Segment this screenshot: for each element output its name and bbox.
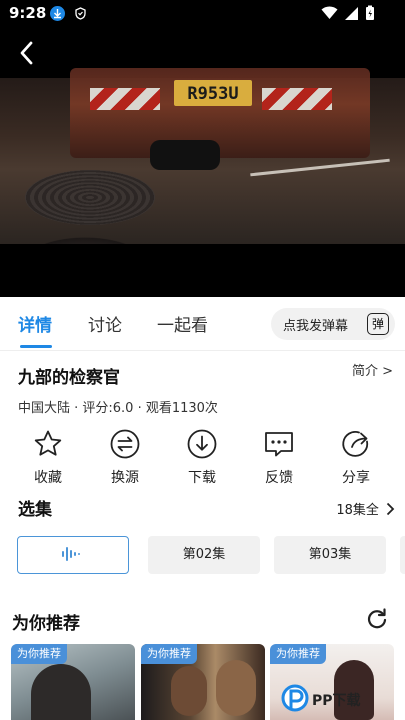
episode-item-playing[interactable] [17, 536, 129, 574]
danmu-input-button[interactable]: 点我发弹幕 弹 [271, 308, 395, 340]
recommend-badge: 为你推荐 [270, 644, 326, 664]
show-meta: 中国大陆 · 评分:6.0 · 观看1130次 [18, 401, 218, 416]
all-episodes-label: 18集全 [336, 503, 379, 518]
feedback-button[interactable]: 反馈 [247, 428, 311, 487]
all-episodes-link[interactable]: 18集全 [336, 499, 395, 518]
swap-icon [110, 429, 140, 459]
danmu-label: 点我发弹幕 [283, 319, 349, 334]
poster-figure [216, 660, 256, 716]
favorite-button[interactable]: 收藏 [16, 428, 80, 487]
detail-tabs: 详情 讨论 一起看 点我发弹幕 弹 [0, 297, 405, 351]
wheel-image [150, 140, 220, 170]
warning-stripe [90, 88, 160, 110]
intro-link[interactable]: 简介 > [352, 360, 393, 379]
status-icons [321, 5, 375, 21]
warning-stripe [262, 88, 332, 110]
episodes-title: 选集 [18, 500, 52, 520]
shield-notification-icon [73, 6, 88, 21]
share-button[interactable]: 分享 [324, 428, 388, 487]
feedback-label: 反馈 [265, 470, 293, 486]
license-plate: R953U [174, 80, 252, 106]
chevron-left-icon [20, 41, 33, 65]
recommend-card[interactable]: 为你推荐 [141, 644, 265, 720]
feedback-icon [265, 432, 293, 457]
share-label: 分享 [342, 470, 370, 486]
tab-details[interactable]: 详情 [18, 311, 52, 336]
tab-discussion[interactable]: 讨论 [88, 311, 122, 336]
download-button[interactable]: 下载 [170, 428, 234, 487]
switch-source-button[interactable]: 换源 [93, 428, 157, 487]
poster-figure [31, 664, 91, 720]
back-button[interactable] [12, 38, 42, 68]
poster-figure [171, 666, 207, 716]
recommend-badge: 为你推荐 [141, 644, 197, 664]
wifi-icon [321, 6, 338, 19]
light-streak [250, 158, 390, 177]
show-title: 九部的检察官 [18, 368, 120, 388]
star-icon [34, 430, 62, 456]
refresh-icon[interactable] [365, 606, 389, 630]
episode-item[interactable]: 第02集 [148, 536, 260, 574]
download-label: 下载 [188, 470, 216, 486]
video-player[interactable]: R953U 9:28 [0, 0, 405, 297]
signal-icon [345, 6, 358, 20]
watermark: PP下载 [278, 683, 402, 719]
favorite-label: 收藏 [34, 470, 62, 486]
chevron-right-icon [386, 502, 395, 516]
danmu-icon[interactable]: 弹 [367, 313, 389, 335]
download-notification-icon [50, 6, 65, 21]
watermark-text: PP下载 [312, 693, 361, 709]
share-icon [342, 431, 369, 457]
recommend-title: 为你推荐 [12, 614, 80, 634]
video-frame: R953U [0, 68, 405, 244]
audio-wave-icon [62, 547, 80, 561]
episode-item-partial[interactable] [400, 536, 405, 574]
battery-icon [366, 5, 374, 20]
switch-source-label: 换源 [111, 470, 139, 486]
recommend-card[interactable]: 为你推荐 [11, 644, 135, 720]
manhole-image [25, 170, 155, 225]
recommend-badge: 为你推荐 [11, 644, 67, 664]
tab-underline [20, 345, 52, 348]
status-bar: 9:28 [0, 0, 405, 26]
pp-logo-icon [281, 684, 309, 712]
status-time: 9:28 [9, 4, 47, 22]
episode-item[interactable]: 第03集 [274, 536, 386, 574]
download-icon [187, 429, 217, 459]
tab-watch-together[interactable]: 一起看 [157, 311, 208, 336]
episode-list: 第02集 第03集 [0, 536, 405, 576]
action-bar: 收藏 换源 下载 反馈 分享 [0, 428, 405, 486]
